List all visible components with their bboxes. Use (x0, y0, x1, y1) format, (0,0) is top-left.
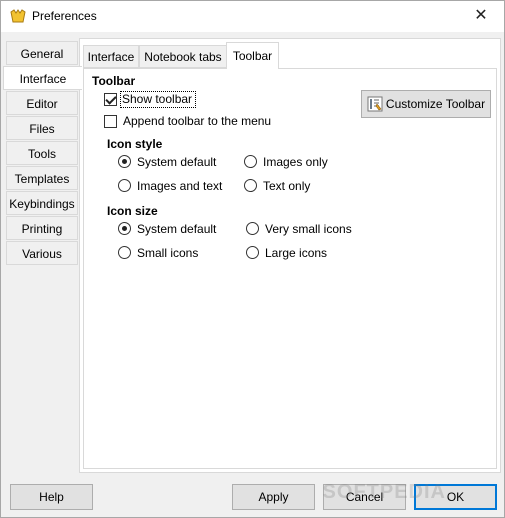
tab-toolbar[interactable]: Toolbar (226, 42, 279, 69)
icon-size-large-label[interactable]: Large icons (265, 246, 327, 260)
icon-size-very-small-label[interactable]: Very small icons (265, 222, 352, 236)
icon-size-system-default-radio[interactable] (118, 222, 131, 235)
icon-style-images-only-radio[interactable] (244, 155, 257, 168)
append-toolbar-checkbox[interactable] (104, 115, 117, 128)
icon-style-system-default-radio[interactable] (118, 155, 131, 168)
tab-templates[interactable]: Templates (6, 166, 78, 190)
tab-printing[interactable]: Printing (6, 216, 78, 240)
softpedia-watermark: SOFTPEDIA (322, 481, 446, 503)
icon-style-system-default-label[interactable]: System default (137, 155, 216, 169)
apply-button[interactable]: Apply (232, 484, 315, 510)
close-icon[interactable]: ✕ (458, 1, 504, 32)
tab-tools[interactable]: Tools (6, 141, 78, 165)
tab-inner-interface[interactable]: Interface (83, 45, 139, 68)
icon-style-text-only-label[interactable]: Text only (263, 179, 310, 193)
tab-notebook-tabs[interactable]: Notebook tabs (139, 45, 227, 68)
preferences-window: Preferences ✕ General Interface Editor F… (0, 0, 505, 518)
tab-keybindings[interactable]: Keybindings (6, 191, 78, 215)
icon-size-large-radio[interactable] (246, 246, 259, 259)
tab-interface[interactable]: Interface (3, 66, 82, 90)
window-title: Preferences (32, 9, 97, 23)
icon-style-images-and-text-radio[interactable] (118, 179, 131, 192)
show-toolbar-label[interactable]: Show toolbar (122, 92, 192, 106)
tab-files[interactable]: Files (6, 116, 78, 140)
icon-style-heading: Icon style (107, 137, 163, 151)
tab-general[interactable]: General (6, 41, 78, 65)
icon-style-images-only-label[interactable]: Images only (263, 155, 328, 169)
help-button[interactable]: Help (10, 484, 93, 510)
icon-size-heading: Icon size (107, 204, 158, 218)
customize-toolbar-label: Customize Toolbar (385, 97, 486, 111)
customize-toolbar-button[interactable]: Customize Toolbar (361, 90, 491, 118)
append-toolbar-label[interactable]: Append toolbar to the menu (123, 114, 271, 128)
show-toolbar-checkbox[interactable] (104, 93, 117, 106)
icon-style-images-and-text-label[interactable]: Images and text (137, 179, 222, 193)
icon-size-small-radio[interactable] (118, 246, 131, 259)
icon-size-very-small-radio[interactable] (246, 222, 259, 235)
icon-style-text-only-radio[interactable] (244, 179, 257, 192)
geany-app-icon (10, 9, 26, 23)
icon-size-system-default-label[interactable]: System default (137, 222, 216, 236)
icon-size-small-label[interactable]: Small icons (137, 246, 198, 260)
toolbar-customize-icon (367, 96, 383, 112)
toolbar-heading: Toolbar (92, 74, 136, 88)
inner-notebook-panel (83, 68, 497, 469)
title-bar[interactable]: Preferences ✕ (1, 1, 504, 32)
tab-editor[interactable]: Editor (6, 91, 78, 115)
tab-various[interactable]: Various (6, 241, 78, 265)
